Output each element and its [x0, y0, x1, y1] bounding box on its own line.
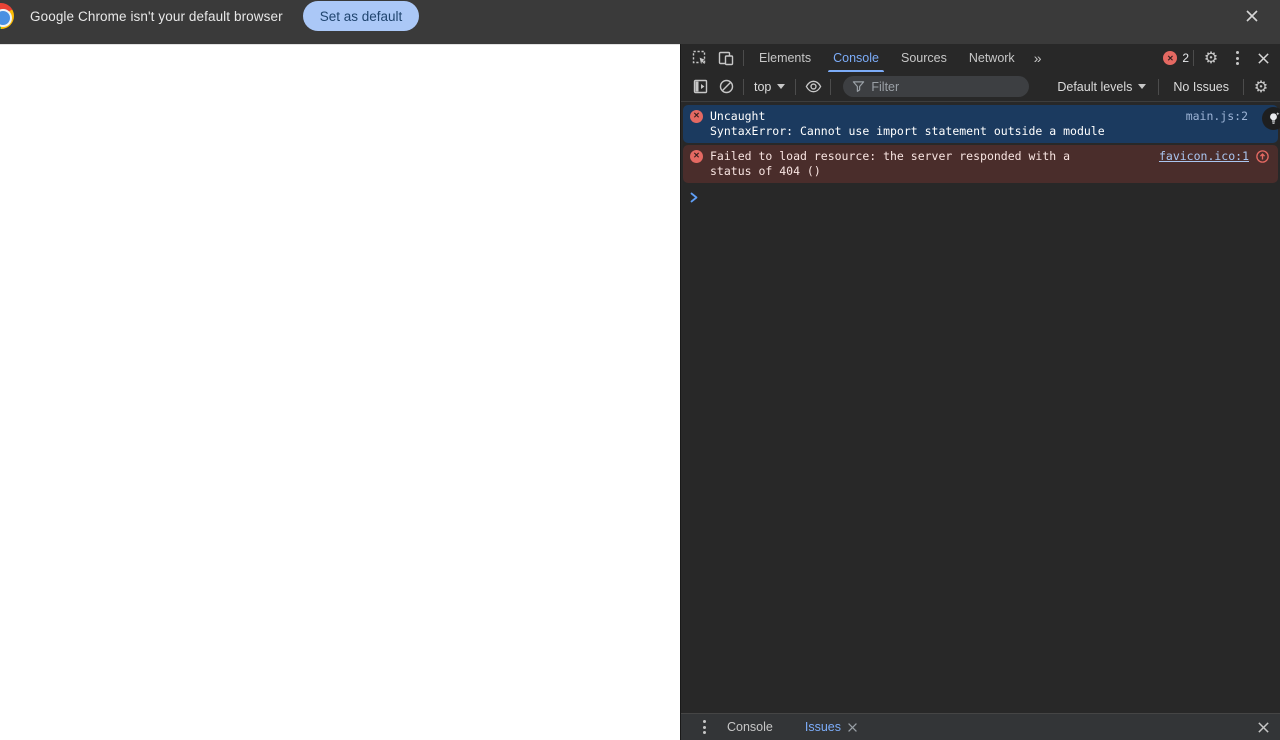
- drawer-tab-issues[interactable]: Issues: [795, 720, 845, 734]
- drawer-tab-console[interactable]: Console: [717, 720, 783, 734]
- divider: [1193, 50, 1194, 66]
- levels-value: Default levels: [1057, 79, 1133, 94]
- devtools-menu-icon[interactable]: [1224, 45, 1250, 71]
- divider: [743, 78, 744, 95]
- filter-input[interactable]: Filter: [843, 76, 1030, 97]
- console-log: ✕ Uncaught SyntaxError: Cannot use impor…: [681, 102, 1280, 713]
- device-toolbar-icon[interactable]: [713, 45, 739, 71]
- live-expression-eye-icon[interactable]: [800, 74, 826, 100]
- tab-console[interactable]: Console: [822, 44, 890, 72]
- filter-funnel-icon: [853, 81, 865, 92]
- page-content: [0, 44, 680, 740]
- console-message-404-error[interactable]: ✕ Failed to load resource: the server re…: [683, 145, 1278, 183]
- infobar-message: Google Chrome isn't your default browser: [30, 8, 283, 24]
- devtools-close-icon[interactable]: [1250, 45, 1276, 71]
- inspect-element-icon[interactable]: [687, 45, 713, 71]
- drawer-menu-icon[interactable]: [691, 714, 717, 740]
- divider: [830, 78, 832, 95]
- issues-status[interactable]: No Issues: [1163, 80, 1239, 94]
- settings-gear-icon[interactable]: ⚙: [1198, 45, 1224, 71]
- error-icon: ✕: [690, 150, 703, 163]
- error-count-badge[interactable]: ✕ 2: [1163, 51, 1189, 65]
- divider: [795, 78, 797, 95]
- default-levels-dropdown[interactable]: Default levels: [1049, 80, 1154, 94]
- tab-network[interactable]: Network: [958, 44, 1026, 72]
- console-message-syntax-error[interactable]: ✕ Uncaught SyntaxError: Cannot use impor…: [683, 105, 1280, 143]
- drawer-close-icon[interactable]: [1257, 721, 1270, 734]
- divider: [1158, 78, 1160, 95]
- console-sidebar-icon[interactable]: [687, 74, 713, 100]
- chrome-logo-icon: [0, 3, 14, 29]
- console-prompt[interactable]: [681, 185, 1280, 203]
- ai-insight-lightbulb-icon[interactable]: [1262, 107, 1280, 130]
- chevron-down-icon: [1138, 84, 1147, 89]
- source-link[interactable]: favicon.ico:1: [1159, 149, 1249, 164]
- tab-sources[interactable]: Sources: [890, 44, 958, 72]
- divider: [1243, 78, 1244, 95]
- chevron-down-icon: [777, 84, 786, 89]
- devtools-tabbar: Elements Console Sources Network » ✕ 2 ⚙: [681, 44, 1280, 72]
- default-browser-infobar: Google Chrome isn't your default browser…: [0, 0, 1280, 44]
- set-as-default-button[interactable]: Set as default: [302, 1, 420, 31]
- context-value: top: [754, 79, 772, 94]
- console-settings-gear-icon[interactable]: ⚙: [1248, 74, 1274, 100]
- more-tabs-icon[interactable]: »: [1026, 50, 1050, 66]
- issues-tab-close-icon[interactable]: [847, 722, 858, 733]
- error-icon: ✕: [690, 110, 703, 123]
- divider: [743, 50, 744, 66]
- infobar-close-icon[interactable]: [1240, 4, 1264, 28]
- context-selector[interactable]: top: [748, 80, 791, 94]
- drawer-bar: Console Issues: [681, 713, 1280, 740]
- error-count: 2: [1182, 51, 1189, 65]
- filter-placeholder: Filter: [871, 79, 900, 94]
- prompt-chevron-icon: [690, 192, 698, 203]
- clear-console-icon[interactable]: [713, 74, 739, 100]
- devtools-panel: Elements Console Sources Network » ✕ 2 ⚙: [680, 44, 1280, 740]
- tab-elements[interactable]: Elements: [748, 44, 822, 72]
- console-toolbar: top Filter Default levels No Issues ⚙: [681, 72, 1280, 102]
- error-icon: ✕: [1163, 51, 1178, 65]
- source-link[interactable]: main.js:2: [1186, 109, 1248, 124]
- related-issue-icon[interactable]: [1255, 149, 1270, 164]
